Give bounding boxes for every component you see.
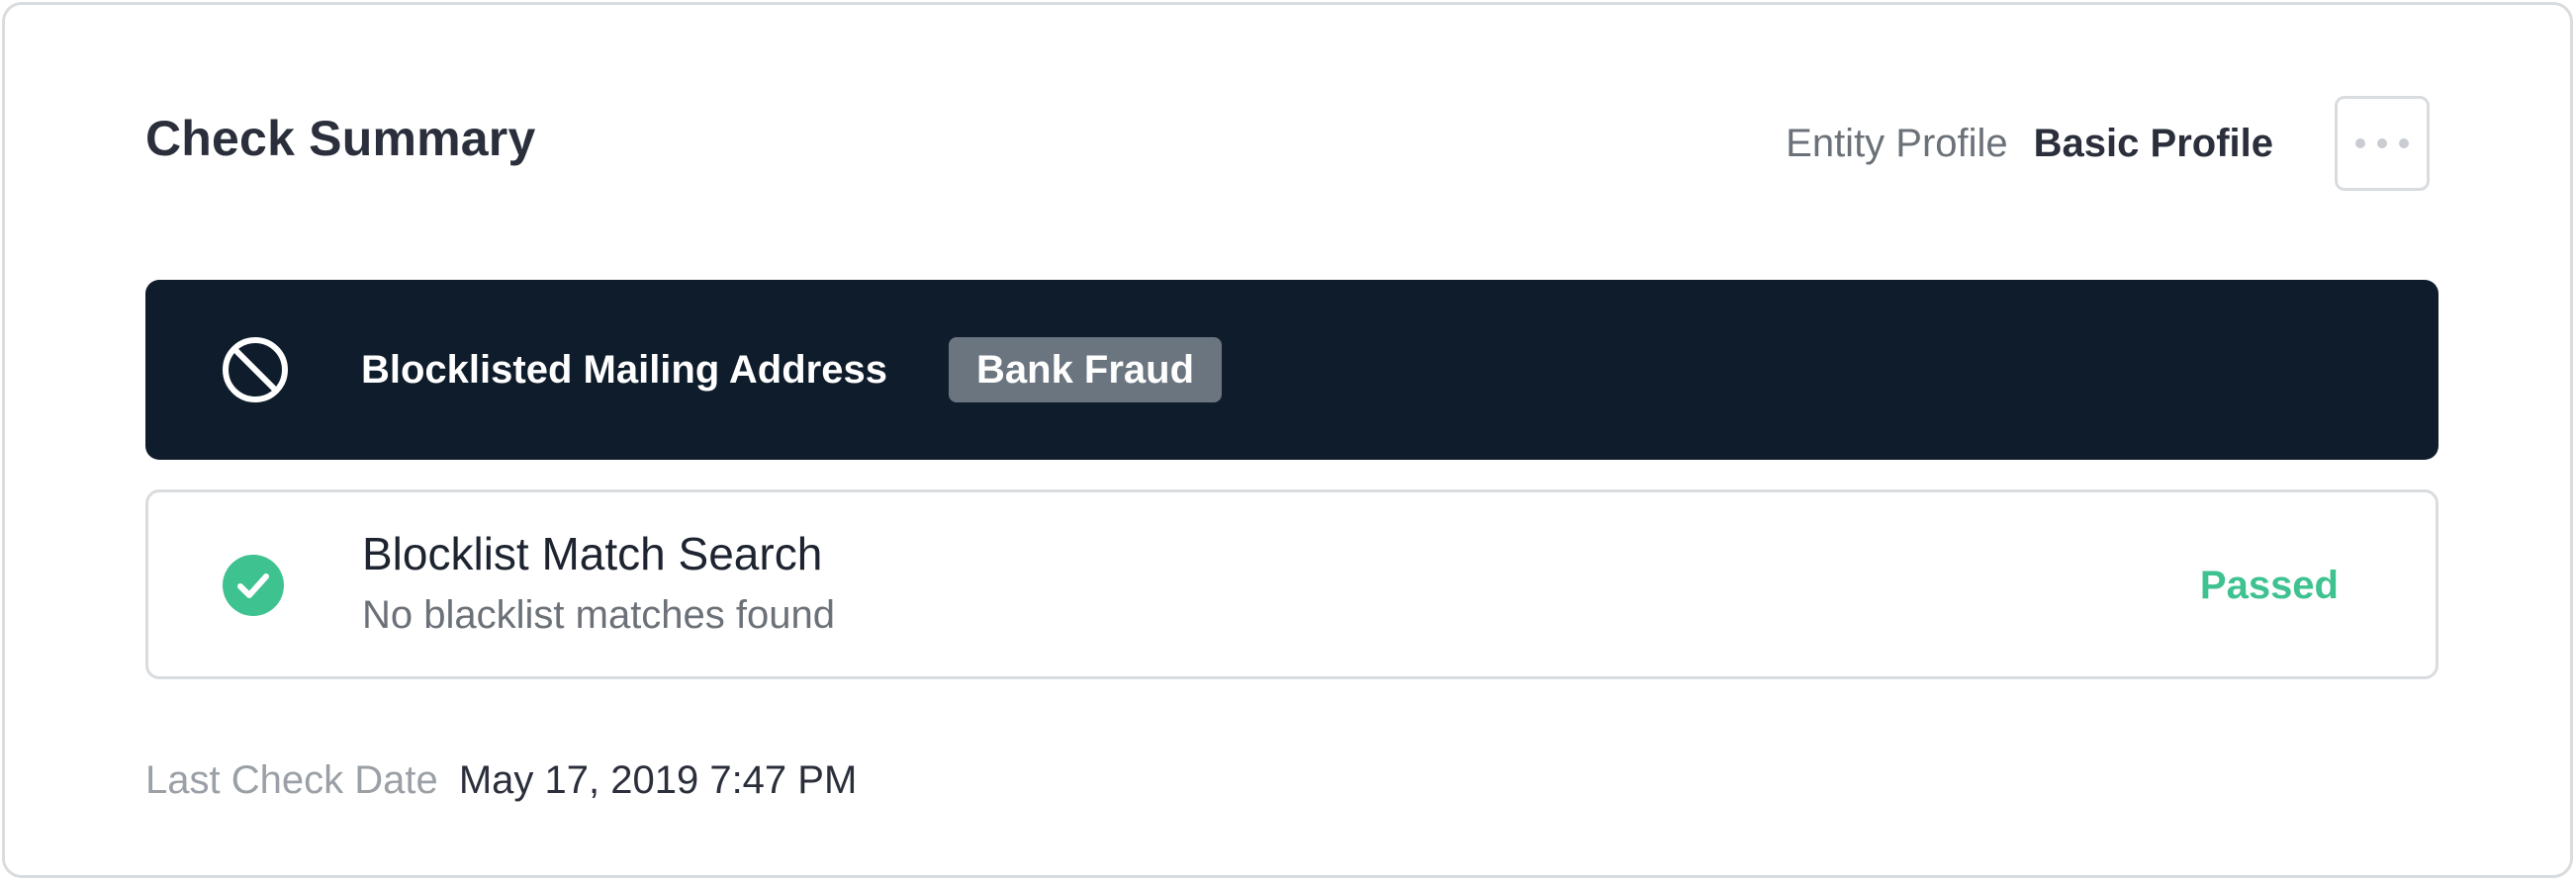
fraud-type-badge: Bank Fraud (949, 337, 1223, 402)
more-options-button[interactable] (2335, 96, 2430, 191)
check-title: Blocklist Match Search (362, 528, 823, 579)
last-check-value: May 17, 2019 7:47 PM (458, 758, 858, 802)
page-title: Check Summary (145, 111, 536, 166)
check-status-label: Passed (2199, 564, 2339, 607)
more-horizontal-icon (2355, 138, 2409, 148)
check-summary-card: Check Summary Entity Profile Basic Profi… (2, 2, 2573, 878)
alert-title: Blocklisted Mailing Address (361, 348, 887, 392)
block-icon (223, 337, 288, 402)
entity-profile-value: Basic Profile (2033, 121, 2273, 165)
last-check-label: Last Check Date (145, 758, 438, 802)
check-result-row: Blocklist Match Search No blacklist matc… (145, 489, 2438, 679)
check-circle-icon (223, 555, 284, 616)
check-description: No blacklist matches found (362, 593, 836, 637)
card-header: Check Summary Entity Profile Basic Profi… (145, 96, 2430, 191)
profile-group: Entity Profile Basic Profile (1786, 96, 2430, 191)
entity-profile-label: Entity Profile (1786, 121, 2008, 165)
blocklist-alert-banner: Blocklisted Mailing Address Bank Fraud (145, 280, 2438, 460)
last-check-date: Last Check Date May 17, 2019 7:47 PM (145, 754, 857, 806)
